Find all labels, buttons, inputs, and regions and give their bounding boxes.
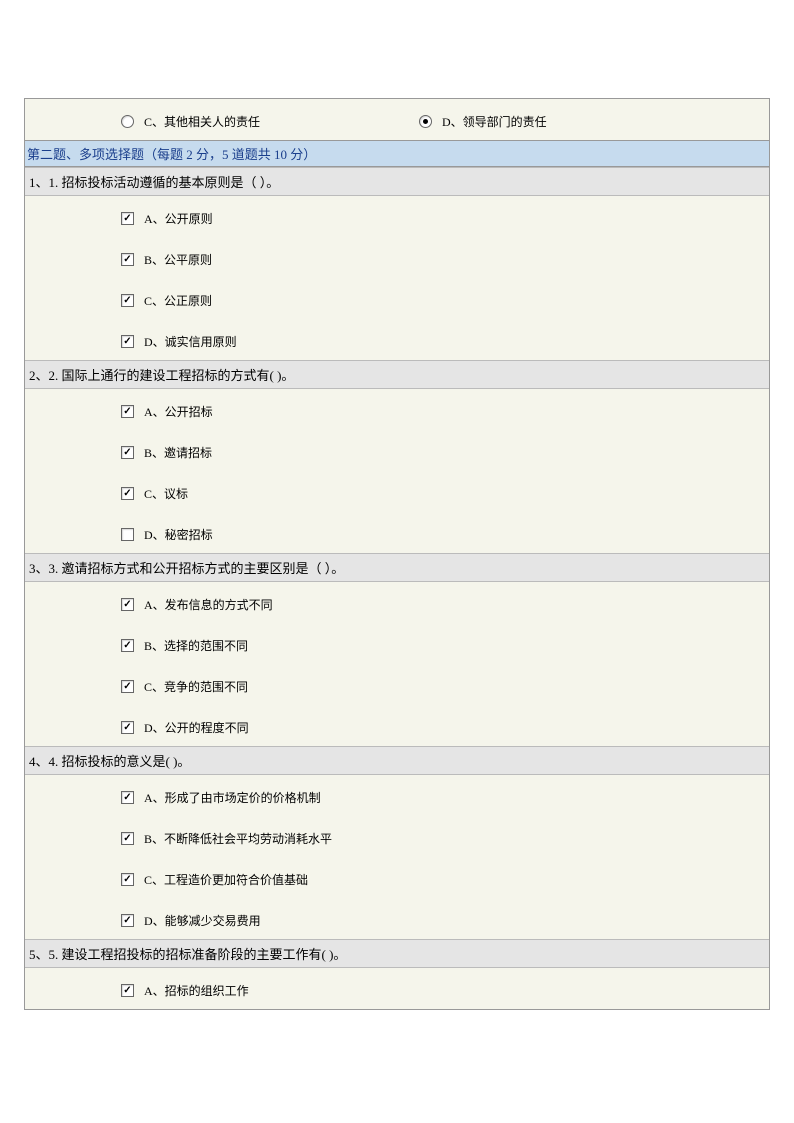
option-row: ✓ D、公开的程度不同 <box>121 705 769 746</box>
option-label: D、秘密招标 <box>144 526 213 543</box>
option-row: ✓ B、邀请招标 <box>121 430 769 471</box>
option-label: A、招标的组织工作 <box>144 982 249 999</box>
check-icon: ✓ <box>123 214 131 224</box>
option-row: ✓ B、公平原则 <box>121 237 769 278</box>
option-c-cell: C、其他相关人的责任 <box>121 113 419 130</box>
check-icon: ✓ <box>123 489 131 499</box>
option-row: ✓ C、议标 <box>121 471 769 512</box>
question-header: 1、1. 招标投标活动遵循的基本原则是（ ）。 <box>25 167 769 196</box>
option-label: C、竞争的范围不同 <box>144 678 248 695</box>
option-label: B、不断降低社会平均劳动消耗水平 <box>144 830 332 847</box>
checkbox-option[interactable] <box>121 528 134 541</box>
check-icon: ✓ <box>123 407 131 417</box>
checkbox-option[interactable]: ✓ <box>121 405 134 418</box>
option-row: ✓ B、选择的范围不同 <box>121 623 769 664</box>
option-row: ✓ C、竞争的范围不同 <box>121 664 769 705</box>
check-icon: ✓ <box>123 793 131 803</box>
check-icon: ✓ <box>123 916 131 926</box>
option-row: ✓ A、形成了由市场定价的价格机制 <box>121 775 769 816</box>
checkbox-option[interactable]: ✓ <box>121 791 134 804</box>
option-label: A、公开原则 <box>144 210 213 227</box>
radio-dot-icon <box>423 119 428 124</box>
option-label: A、公开招标 <box>144 403 213 420</box>
check-icon: ✓ <box>123 296 131 306</box>
option-c-label: C、其他相关人的责任 <box>144 113 260 130</box>
check-icon: ✓ <box>123 682 131 692</box>
question-header: 3、3. 邀请招标方式和公开招标方式的主要区别是（ ）。 <box>25 553 769 582</box>
option-row: ✓ A、公开招标 <box>121 389 769 430</box>
option-label: B、选择的范围不同 <box>144 637 248 654</box>
option-label: C、议标 <box>144 485 188 502</box>
option-label: D、诚实信用原则 <box>144 333 237 350</box>
option-row: D、秘密招标 <box>121 512 769 553</box>
option-label: C、工程造价更加符合价值基础 <box>144 871 308 888</box>
option-label: B、邀请招标 <box>144 444 212 461</box>
question-header: 2、2. 国际上通行的建设工程招标的方式有( )。 <box>25 360 769 389</box>
option-row: ✓ C、公正原则 <box>121 278 769 319</box>
radio-option-c[interactable] <box>121 115 134 128</box>
questions-list: 1、1. 招标投标活动遵循的基本原则是（ ）。 ✓ A、公开原则 ✓ B、公平原则 ✓ C、… <box>25 167 769 1009</box>
radio-option-d[interactable] <box>419 115 432 128</box>
option-d-cell: D、领导部门的责任 <box>419 113 547 130</box>
option-label: C、公正原则 <box>144 292 212 309</box>
checkbox-option[interactable]: ✓ <box>121 680 134 693</box>
checkbox-option[interactable]: ✓ <box>121 294 134 307</box>
option-d-label: D、领导部门的责任 <box>442 113 547 130</box>
check-icon: ✓ <box>123 986 131 996</box>
option-row: ✓ B、不断降低社会平均劳动消耗水平 <box>121 816 769 857</box>
checkbox-option[interactable]: ✓ <box>121 914 134 927</box>
option-row: ✓ D、诚实信用原则 <box>121 319 769 360</box>
question-header: 4、4. 招标投标的意义是( )。 <box>25 746 769 775</box>
checkbox-option[interactable]: ✓ <box>121 253 134 266</box>
prev-question-option-row: C、其他相关人的责任 D、领导部门的责任 <box>25 99 769 140</box>
check-icon: ✓ <box>123 641 131 651</box>
check-icon: ✓ <box>123 448 131 458</box>
checkbox-option[interactable]: ✓ <box>121 446 134 459</box>
check-icon: ✓ <box>123 834 131 844</box>
check-icon: ✓ <box>123 875 131 885</box>
option-label: A、形成了由市场定价的价格机制 <box>144 789 321 806</box>
option-label: D、公开的程度不同 <box>144 719 249 736</box>
option-row: ✓ D、能够减少交易费用 <box>121 898 769 939</box>
checkbox-option[interactable]: ✓ <box>121 832 134 845</box>
check-icon: ✓ <box>123 600 131 610</box>
option-row: ✓ A、发布信息的方式不同 <box>121 582 769 623</box>
option-row: ✓ A、公开原则 <box>121 196 769 237</box>
check-icon: ✓ <box>123 255 131 265</box>
checkbox-option[interactable]: ✓ <box>121 598 134 611</box>
checkbox-option[interactable]: ✓ <box>121 487 134 500</box>
checkbox-option[interactable]: ✓ <box>121 721 134 734</box>
quiz-container: C、其他相关人的责任 D、领导部门的责任 第二题、多项选择题（每题 2 分，5 … <box>24 98 770 1010</box>
option-label: A、发布信息的方式不同 <box>144 596 273 613</box>
check-icon: ✓ <box>123 723 131 733</box>
checkbox-option[interactable]: ✓ <box>121 639 134 652</box>
checkbox-option[interactable]: ✓ <box>121 873 134 886</box>
checkbox-option[interactable]: ✓ <box>121 984 134 997</box>
question-header: 5、5. 建设工程招投标的招标准备阶段的主要工作有( )。 <box>25 939 769 968</box>
checkbox-option[interactable]: ✓ <box>121 335 134 348</box>
checkbox-option[interactable]: ✓ <box>121 212 134 225</box>
option-label: D、能够减少交易费用 <box>144 912 261 929</box>
check-icon: ✓ <box>123 337 131 347</box>
section-2-header: 第二题、多项选择题（每题 2 分，5 道题共 10 分） <box>25 140 769 167</box>
option-row: ✓ A、招标的组织工作 <box>121 968 769 1009</box>
option-label: B、公平原则 <box>144 251 212 268</box>
option-row: ✓ C、工程造价更加符合价值基础 <box>121 857 769 898</box>
